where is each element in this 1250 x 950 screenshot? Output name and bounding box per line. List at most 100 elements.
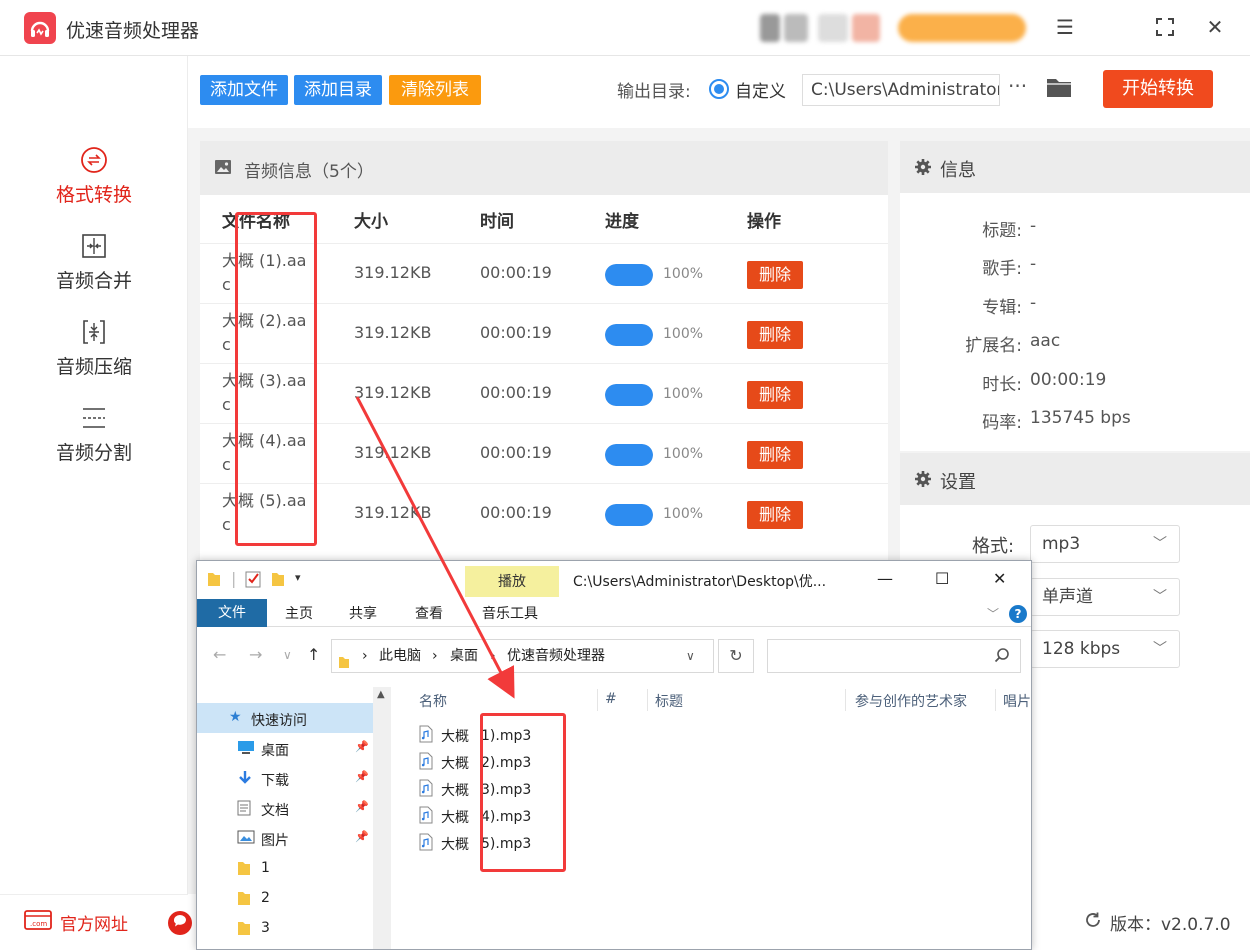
sidebar-item-label: 音频合并: [55, 270, 132, 292]
address-bar[interactable]: › 此电脑 › 桌面 › 优速音频处理器 ∨: [331, 639, 714, 673]
ribbon-tab-share[interactable]: 共享: [349, 603, 377, 623]
output-path-field[interactable]: C:\Users\Administrator\: [802, 74, 1000, 106]
add-directory-button[interactable]: 添加目录: [294, 75, 382, 105]
info-value: aac: [1030, 331, 1061, 351]
close-icon[interactable]: ✕: [1202, 14, 1228, 40]
open-folder-icon[interactable]: [1046, 76, 1072, 102]
tree-item-desktop[interactable]: 桌面 📌: [197, 733, 375, 763]
format-select[interactable]: mp3 ﹀: [1030, 525, 1180, 563]
file-column-artist[interactable]: 参与创作的艺术家: [855, 691, 967, 711]
new-folder-icon[interactable]: [271, 571, 285, 591]
sidebar-item-split[interactable]: 音频分割: [0, 404, 188, 484]
sidebar-item-merge[interactable]: 音频合并: [0, 232, 188, 312]
minimize-icon[interactable]: —: [877, 569, 893, 588]
quick-access-dropdown-icon[interactable]: ▾: [295, 571, 301, 584]
add-file-button[interactable]: 添加文件: [200, 75, 288, 105]
sidebar-item-compress[interactable]: 音频压缩: [0, 318, 188, 398]
annotation-box-source: [235, 212, 317, 546]
title-bar: 优速音频处理器 ☰ ✕: [0, 0, 1250, 56]
clear-list-button[interactable]: 清除列表: [389, 75, 481, 105]
delete-button[interactable]: 删除: [747, 441, 803, 469]
explorer-title-bar: | ▾ 播放 C:\Users\Administrator\Desktop\优.…: [197, 561, 1031, 598]
refresh-button[interactable]: ↻: [718, 639, 754, 673]
maximize-icon[interactable]: ☐: [935, 569, 949, 588]
chevron-down-icon[interactable]: ∨: [686, 640, 695, 672]
app-title: 优速音频处理器: [66, 20, 200, 42]
file-duration: 00:00:19: [480, 323, 552, 342]
breadcrumb-this-pc[interactable]: 此电脑: [379, 640, 421, 672]
delete-button[interactable]: 删除: [747, 321, 803, 349]
up-arrow-icon[interactable]: ↑: [307, 645, 320, 664]
file-column-name[interactable]: 名称: [419, 691, 447, 711]
tree-label: 文档: [261, 803, 289, 819]
column-separator: [845, 689, 846, 711]
info-row-title: 标题: -: [900, 216, 1250, 246]
expand-ribbon-icon[interactable]: ﹀: [987, 605, 999, 622]
ribbon-tab-view[interactable]: 查看: [415, 603, 443, 623]
search-input[interactable]: [767, 639, 1021, 673]
tree-item-folder-1[interactable]: 1: [197, 853, 375, 883]
file-column-title[interactable]: 标题: [655, 691, 683, 711]
properties-icon[interactable]: [245, 570, 261, 592]
pin-icon: 📌: [355, 830, 369, 843]
info-key: 扩展名:: [965, 336, 1022, 356]
desktop-icon: [237, 740, 255, 758]
file-column-album[interactable]: 唱片: [1003, 691, 1031, 711]
breadcrumb-desktop[interactable]: 桌面: [450, 640, 478, 672]
help-icon[interactable]: ?: [1009, 605, 1027, 623]
tree-item-folder-3[interactable]: 3: [197, 913, 375, 943]
version-info[interactable]: 版本：v2.0.7.0: [1084, 910, 1231, 935]
channel-select[interactable]: 单声道 ﹀: [1030, 578, 1180, 616]
back-arrow-icon[interactable]: ←: [213, 645, 226, 664]
tree-label: 3: [261, 920, 270, 936]
gear-icon: [914, 158, 932, 180]
tree-item-folder-2[interactable]: 2: [197, 883, 375, 913]
footer-left: .com 官方网址: [0, 894, 192, 950]
menu-icon[interactable]: ☰: [1052, 14, 1078, 40]
folder-icon: [237, 890, 251, 910]
tree-item-pictures[interactable]: 图片 📌: [197, 823, 375, 853]
audio-list-title: 音频信息（5个）: [244, 162, 374, 182]
custom-output-radio[interactable]: [709, 79, 729, 99]
official-site-link[interactable]: .com 官方网址: [24, 909, 128, 936]
breadcrumb-folder[interactable]: 优速音频处理器: [507, 640, 605, 672]
maximize-icon[interactable]: [1152, 14, 1178, 40]
info-row-bitrate: 码率: 135745 bps: [900, 408, 1250, 438]
bitrate-select-value: 128 kbps: [1042, 639, 1121, 659]
pin-icon: 📌: [355, 770, 369, 783]
start-convert-button[interactable]: 开始转换: [1103, 70, 1213, 108]
audio-list-header: 音频信息（5个）: [200, 141, 888, 195]
mp3-file-icon: [419, 833, 433, 855]
column-separator: [995, 689, 996, 711]
refresh-icon: [1084, 911, 1102, 934]
delete-button[interactable]: 删除: [747, 261, 803, 289]
navigation-tree: ★ 快速访问 桌面 📌 下载 📌 文档 📌 图片 📌 1 2 3: [197, 687, 391, 949]
tree-item-downloads[interactable]: 下载 📌: [197, 763, 375, 793]
ribbon-tab-file[interactable]: 文件: [197, 599, 267, 627]
info-panel: 信息 标题: - 歌手: - 专辑: - 扩展名: aac 时长: 00:00:…: [900, 141, 1250, 451]
chat-icon[interactable]: [166, 909, 194, 941]
play-context-tab[interactable]: 播放: [465, 566, 559, 598]
forward-arrow-icon[interactable]: →: [249, 645, 262, 664]
file-column-number[interactable]: #: [605, 691, 617, 707]
file-name-prefix: 大概: [441, 783, 469, 799]
progress-bar: [605, 324, 653, 346]
split-icon: [80, 404, 108, 432]
info-panel-header: 信息: [900, 141, 1250, 193]
more-options-button[interactable]: ···: [1008, 74, 1027, 98]
scroll-up-icon[interactable]: ▲: [377, 689, 385, 700]
recent-dropdown-icon[interactable]: ∨: [283, 648, 292, 662]
progress-percent: 100%: [663, 386, 704, 402]
file-name-prefix: 大概: [441, 729, 469, 745]
tree-label: 快速访问: [251, 713, 307, 729]
delete-button[interactable]: 删除: [747, 501, 803, 529]
bitrate-select[interactable]: 128 kbps ﹀: [1030, 630, 1180, 668]
close-icon[interactable]: ✕: [993, 569, 1006, 588]
delete-button[interactable]: 删除: [747, 381, 803, 409]
sidebar-item-format-convert[interactable]: 格式转换: [0, 146, 188, 226]
tree-item-quick-access[interactable]: ★ 快速访问: [197, 703, 375, 733]
tree-scrollbar[interactable]: ▲: [373, 687, 391, 949]
ribbon-tab-home[interactable]: 主页: [285, 603, 313, 623]
tree-item-documents[interactable]: 文档 📌: [197, 793, 375, 823]
ribbon-tab-music-tools[interactable]: 音乐工具: [482, 603, 538, 623]
